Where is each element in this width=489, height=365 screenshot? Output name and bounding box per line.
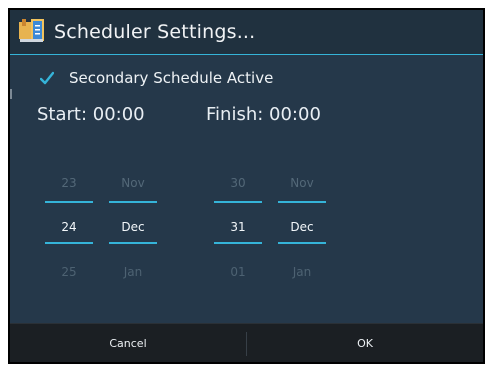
title-bar: Scheduler Settings... <box>10 10 483 55</box>
scheduler-settings-dialog: Scheduler Settings... Secondary Schedule… <box>10 10 483 362</box>
secondary-schedule-label[interactable]: Secondary Schedule Active <box>69 69 273 87</box>
dialog-title: Scheduler Settings... <box>54 21 256 43</box>
start-day-picker[interactable]: 23 24 25 <box>45 158 93 286</box>
start-month-current[interactable]: Dec <box>109 220 157 234</box>
finish-month-bottom-divider <box>278 242 326 244</box>
finish-month-current[interactable]: Dec <box>278 220 326 234</box>
ok-button[interactable]: OK <box>247 324 483 362</box>
start-month-top-divider <box>109 201 157 203</box>
secondary-schedule-checkbox-row[interactable]: Secondary Schedule Active <box>40 66 273 90</box>
finish-day-bottom-divider <box>214 242 262 244</box>
cancel-button[interactable]: Cancel <box>10 324 246 362</box>
start-month-bottom-divider <box>109 242 157 244</box>
start-month-next[interactable]: Jan <box>109 265 157 279</box>
start-time-label: Start: 00:00 <box>37 104 145 125</box>
start-month-picker[interactable]: Nov Dec Jan <box>109 158 157 286</box>
left-edge-marker <box>10 89 12 99</box>
finish-month-picker[interactable]: Nov Dec Jan <box>278 158 326 286</box>
start-day-current[interactable]: 24 <box>45 220 93 234</box>
start-month-prev[interactable]: Nov <box>109 176 157 190</box>
checkmark-icon[interactable] <box>40 71 54 85</box>
start-day-prev[interactable]: 23 <box>45 176 93 190</box>
start-day-top-divider <box>45 201 93 203</box>
finish-day-current[interactable]: 31 <box>214 220 262 234</box>
start-day-next[interactable]: 25 <box>45 265 93 279</box>
finish-month-prev[interactable]: Nov <box>278 176 326 190</box>
dialog-button-bar: Cancel OK <box>10 323 483 362</box>
finish-day-top-divider <box>214 201 262 203</box>
finish-day-prev[interactable]: 30 <box>214 176 262 190</box>
finish-month-next[interactable]: Jan <box>278 265 326 279</box>
finish-month-top-divider <box>278 201 326 203</box>
finish-day-next[interactable]: 01 <box>214 265 262 279</box>
finish-time-label: Finish: 00:00 <box>206 104 321 125</box>
start-day-bottom-divider <box>45 242 93 244</box>
calendar-app-icon <box>19 19 44 42</box>
finish-day-picker[interactable]: 30 31 01 <box>214 158 262 286</box>
